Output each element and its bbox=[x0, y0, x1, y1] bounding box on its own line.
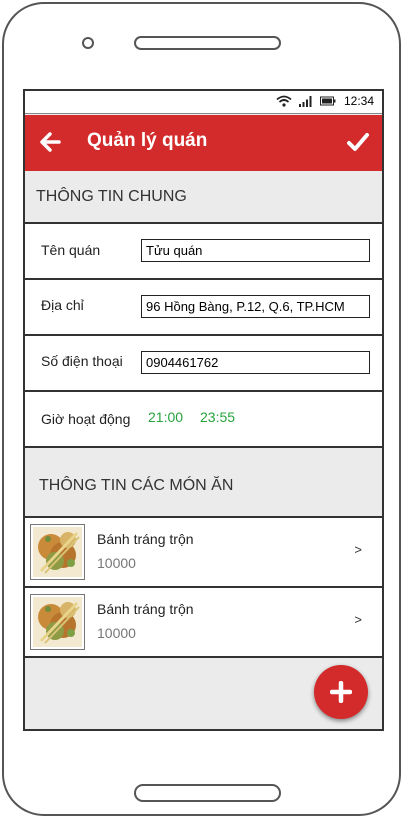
list-item[interactable]: Bánh tráng trộn 10000 > bbox=[25, 516, 382, 586]
dishes-section-title: THÔNG TIN CÁC MÓN ĂN bbox=[39, 477, 234, 494]
name-label: Tên quán bbox=[41, 242, 101, 258]
address-row: Địa chỉ bbox=[25, 278, 382, 334]
name-row: Tên quán bbox=[25, 222, 382, 278]
arrow-left-icon[interactable] bbox=[39, 131, 61, 153]
phone-field[interactable] bbox=[141, 351, 370, 374]
general-section-title: THÔNG TIN CHUNG bbox=[36, 188, 187, 205]
address-field[interactable] bbox=[141, 295, 370, 318]
dish-price: 10000 bbox=[97, 555, 136, 571]
list-item[interactable]: Bánh tráng trộn 10000 > bbox=[25, 586, 382, 658]
address-label: Địa chỉ bbox=[41, 297, 84, 313]
chevron-right-icon: > bbox=[354, 612, 362, 627]
phone-label: Số điện thoại bbox=[41, 353, 123, 369]
dish-name: Bánh tráng trộn bbox=[97, 531, 194, 547]
signal-icon bbox=[298, 96, 312, 107]
home-button[interactable] bbox=[134, 784, 281, 802]
dish-image bbox=[30, 524, 85, 580]
dish-price: 10000 bbox=[97, 625, 136, 641]
name-field[interactable] bbox=[141, 239, 370, 262]
status-time: 12:34 bbox=[343, 94, 374, 108]
check-icon[interactable] bbox=[346, 131, 370, 153]
battery-icon bbox=[319, 96, 336, 106]
app-bar: Quản lý quán bbox=[25, 115, 382, 171]
dish-image bbox=[30, 594, 85, 650]
chevron-right-icon: > bbox=[354, 542, 362, 557]
screen: 12:34 Quản lý quán THÔNG TIN CHUNG Tên q… bbox=[23, 89, 384, 731]
hours-row: Giờ hoạt động 21:00 23:55 bbox=[25, 390, 382, 446]
add-dish-button[interactable] bbox=[314, 665, 368, 719]
hours-label: Giờ hoạt động bbox=[41, 411, 131, 427]
general-section-header: THÔNG TIN CHUNG bbox=[25, 171, 382, 222]
camera bbox=[82, 37, 94, 49]
plus-icon bbox=[330, 681, 352, 703]
close-time[interactable]: 23:55 bbox=[200, 409, 235, 425]
status-bar: 12:34 bbox=[25, 91, 382, 114]
dishes-section-header: THÔNG TIN CÁC MÓN ĂN bbox=[25, 446, 382, 516]
page-title: Quản lý quán bbox=[87, 130, 208, 151]
open-time[interactable]: 21:00 bbox=[148, 409, 183, 425]
dish-name: Bánh tráng trộn bbox=[97, 601, 194, 617]
wifi-icon bbox=[276, 95, 292, 107]
speaker bbox=[134, 36, 281, 50]
phone-row: Số điện thoại bbox=[25, 334, 382, 390]
